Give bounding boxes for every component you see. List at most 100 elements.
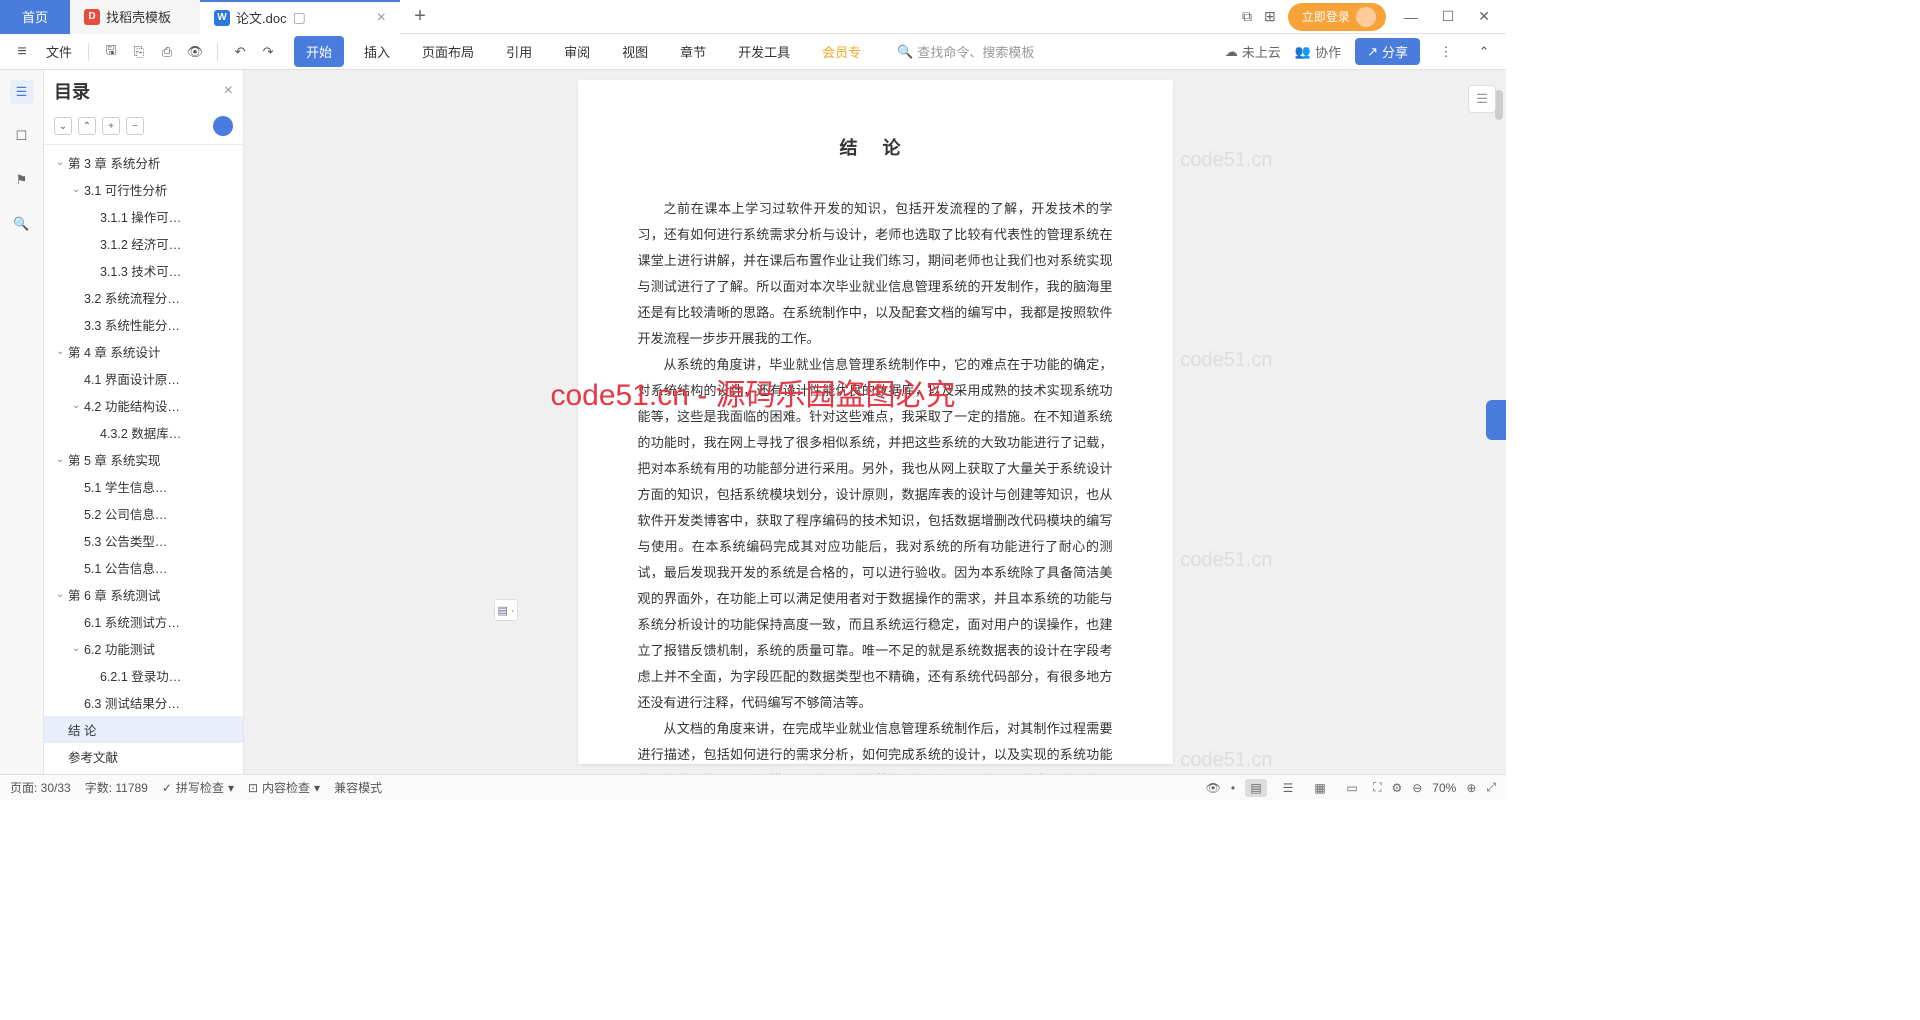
- tree-item[interactable]: 3.3 系统性能分…: [44, 311, 243, 338]
- ribbon-insert[interactable]: 插入: [352, 36, 402, 67]
- template-icon: D: [84, 9, 100, 25]
- login-button[interactable]: 立即登录: [1288, 3, 1386, 31]
- word-count[interactable]: 字数: 11789: [85, 779, 148, 796]
- tab-home[interactable]: 首页: [0, 0, 70, 34]
- tree-item[interactable]: 参考文献: [44, 743, 243, 770]
- redo-icon[interactable]: ↷: [256, 40, 280, 64]
- ribbon-sections[interactable]: 章节: [668, 36, 718, 67]
- view-read[interactable]: ▭: [1341, 779, 1363, 797]
- collapse-all-icon[interactable]: ⌄: [54, 117, 72, 135]
- tree-item[interactable]: 3.1.3 技术可…: [44, 257, 243, 284]
- tree-item[interactable]: 4.1 界面设计原…: [44, 365, 243, 392]
- new-tab-button[interactable]: +: [400, 5, 440, 28]
- tree-item[interactable]: 致 谢: [44, 770, 243, 774]
- share-button[interactable]: ↗ 分享: [1355, 38, 1420, 65]
- content-check[interactable]: ⊡ 内容检查 ▾: [248, 779, 320, 796]
- close-icon[interactable]: ×: [224, 82, 233, 100]
- tree-item[interactable]: 6.3 测试结果分…: [44, 689, 243, 716]
- expand-all-icon[interactable]: ⌃: [78, 117, 96, 135]
- chevron-down-icon[interactable]: ⌄: [56, 454, 68, 465]
- cloud-status[interactable]: ☁ 未上云: [1225, 42, 1281, 61]
- chevron-down-icon[interactable]: ⌄: [72, 643, 84, 654]
- zoom-in-icon[interactable]: ⊕: [1466, 781, 1476, 795]
- ribbon-references[interactable]: 引用: [494, 36, 544, 67]
- page-count[interactable]: 页面: 30/33: [10, 779, 71, 796]
- undo-icon[interactable]: ↶: [228, 40, 252, 64]
- sync-badge-icon[interactable]: [213, 116, 233, 136]
- tree-item[interactable]: ⌄第 3 章 系统分析: [44, 149, 243, 176]
- file-menu[interactable]: 文件: [40, 42, 78, 61]
- spell-check[interactable]: ✓ 拼写检查 ▾: [162, 779, 234, 796]
- collaborate-button[interactable]: 👥 协作: [1295, 42, 1341, 61]
- chevron-down-icon[interactable]: ⌄: [56, 589, 68, 600]
- dot-icon[interactable]: •: [1231, 781, 1235, 795]
- chevron-down-icon[interactable]: ⌄: [72, 184, 84, 195]
- tree-item[interactable]: 6.2.1 登录功…: [44, 662, 243, 689]
- document-area[interactable]: code51.cn code51.cn code51.cn code51.cn …: [244, 70, 1506, 774]
- right-panel-toggle[interactable]: ☰: [1468, 85, 1496, 113]
- print-icon[interactable]: ⎙: [155, 40, 179, 64]
- command-search[interactable]: 🔍 查找命令、搜索模板: [897, 42, 1034, 61]
- view-outline[interactable]: ☰: [1277, 779, 1299, 797]
- zoom-level[interactable]: 70%: [1432, 781, 1456, 795]
- fullscreen-icon[interactable]: ⤢: [1486, 780, 1496, 795]
- tree-item[interactable]: 6.1 系统测试方…: [44, 608, 243, 635]
- add-icon[interactable]: +: [102, 117, 120, 135]
- compat-mode[interactable]: 兼容模式: [334, 779, 382, 796]
- eye-icon[interactable]: 👁: [1206, 781, 1221, 795]
- panel-icon[interactable]: ⧉: [1242, 8, 1252, 25]
- tree-item[interactable]: 3.2 系统流程分…: [44, 284, 243, 311]
- chevron-down-icon[interactable]: ⌄: [56, 346, 68, 357]
- ribbon-review[interactable]: 审阅: [552, 36, 602, 67]
- save-icon[interactable]: 🖫: [99, 40, 123, 64]
- restore-icon[interactable]: ▢: [293, 9, 306, 26]
- tree-item[interactable]: 3.1.2 经济可…: [44, 230, 243, 257]
- find-icon[interactable]: 🔍: [10, 212, 34, 236]
- tree-item[interactable]: 3.1.1 操作可…: [44, 203, 243, 230]
- view-page[interactable]: ▤: [1245, 779, 1267, 797]
- hamburger-icon[interactable]: ≡: [10, 40, 34, 64]
- tree-item[interactable]: 5.1 学生信息…: [44, 473, 243, 500]
- tree-item[interactable]: ⌄6.2 功能测试: [44, 635, 243, 662]
- remove-icon[interactable]: −: [126, 117, 144, 135]
- tree-item[interactable]: 4.3.2 数据库…: [44, 419, 243, 446]
- ribbon-pagelayout[interactable]: 页面布局: [410, 36, 486, 67]
- bookmark-icon[interactable]: ⚑: [10, 168, 34, 192]
- tree-item[interactable]: ⌄3.1 可行性分析: [44, 176, 243, 203]
- side-tab[interactable]: [1486, 400, 1506, 440]
- scroll-thumb[interactable]: [1495, 90, 1503, 120]
- page-marker[interactable]: ▤ ·: [494, 599, 518, 621]
- tree-item[interactable]: ⌄第 5 章 系统实现: [44, 446, 243, 473]
- chevron-down-icon[interactable]: ⌄: [56, 157, 68, 168]
- tree-item[interactable]: ⌄4.2 功能结构设…: [44, 392, 243, 419]
- view-web[interactable]: ▦: [1309, 779, 1331, 797]
- tree-item[interactable]: 5.1 公告信息…: [44, 554, 243, 581]
- chevron-up-icon[interactable]: ⌃: [1472, 40, 1496, 64]
- chevron-down-icon[interactable]: ⌄: [72, 400, 84, 411]
- ribbon-devtools[interactable]: 开发工具: [726, 36, 802, 67]
- ribbon-vip[interactable]: 会员专: [810, 36, 873, 67]
- toolbox-icon[interactable]: ☐: [10, 124, 34, 148]
- ribbon-start[interactable]: 开始: [294, 36, 344, 67]
- ribbon-view[interactable]: 视图: [610, 36, 660, 67]
- more-icon[interactable]: ⋮: [1434, 40, 1458, 64]
- close-icon[interactable]: ×: [377, 9, 386, 27]
- tree-item[interactable]: ⌄第 6 章 系统测试: [44, 581, 243, 608]
- outline-tree[interactable]: ⌄第 3 章 系统分析⌄3.1 可行性分析3.1.1 操作可…3.1.2 经济可…: [44, 145, 243, 774]
- export-icon[interactable]: ⎘: [127, 40, 151, 64]
- outline-icon[interactable]: ☰: [10, 80, 34, 104]
- settings-icon[interactable]: ⚙: [1391, 781, 1402, 795]
- tree-item[interactable]: ⌄第 4 章 系统设计: [44, 338, 243, 365]
- minimize-icon[interactable]: —: [1398, 9, 1424, 25]
- tree-item[interactable]: 5.3 公告类型…: [44, 527, 243, 554]
- tree-item[interactable]: 5.2 公司信息…: [44, 500, 243, 527]
- tab-template[interactable]: D 找稻壳模板: [70, 0, 200, 34]
- tree-item[interactable]: 结 论: [44, 716, 243, 743]
- close-window-icon[interactable]: ✕: [1472, 8, 1496, 25]
- tab-document[interactable]: W 论文.doc ▢ ×: [200, 0, 400, 34]
- apps-icon[interactable]: ⊞: [1264, 8, 1276, 25]
- maximize-icon[interactable]: ☐: [1436, 8, 1461, 25]
- preview-icon[interactable]: 👁: [183, 40, 207, 64]
- fit-icon[interactable]: ⛶: [1373, 780, 1381, 795]
- zoom-out-icon[interactable]: ⊖: [1412, 781, 1422, 795]
